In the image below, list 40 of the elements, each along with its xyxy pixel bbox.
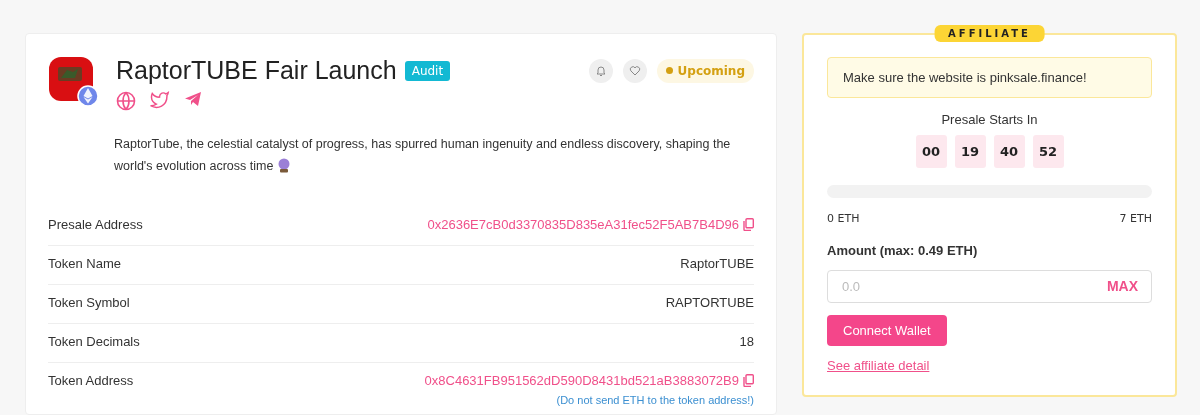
address-link[interactable]: 0x8C4631FB951562dD590D8431bd521aB3883072B9 bbox=[424, 373, 739, 388]
progress-min: 0 ETH bbox=[827, 211, 860, 225]
countdown-digit: 52 bbox=[1032, 135, 1064, 168]
amount-label: Amount (max: 0.49 ETH) bbox=[827, 242, 979, 258]
copy-icon[interactable] bbox=[743, 218, 754, 231]
detail-label: Token Address bbox=[48, 373, 134, 388]
progress-max: 7 ETH bbox=[1119, 211, 1152, 225]
favorite-button[interactable] bbox=[622, 58, 647, 83]
affiliate-detail-link[interactable]: See affiliate detail bbox=[827, 358, 930, 373]
affiliate-tag: AFFILIATE bbox=[934, 25, 1045, 42]
bell-button[interactable] bbox=[588, 58, 613, 83]
detail-label: Token Name bbox=[48, 256, 121, 271]
warning-note: (Do not send ETH to the token address!) bbox=[556, 394, 754, 406]
detail-label: Token Decimals bbox=[48, 334, 140, 349]
max-button[interactable]: MAX bbox=[1106, 278, 1138, 295]
detail-label: Token Symbol bbox=[48, 295, 130, 310]
detail-value: RAPTORTUBE bbox=[665, 295, 754, 310]
countdown-digit: 00 bbox=[915, 135, 947, 168]
connect-wallet-button[interactable]: Connect Wallet bbox=[827, 315, 947, 346]
bird-icon[interactable] bbox=[150, 91, 170, 109]
address-link[interactable]: 0x2636E7cB0d3370835D835eA31fec52F5AB7B4D96 bbox=[427, 217, 739, 232]
copy-icon[interactable] bbox=[743, 374, 754, 387]
countdown-digit: 19 bbox=[954, 135, 986, 168]
countdown-digit: 40 bbox=[993, 135, 1025, 168]
amount-field[interactable]: 0.0 MAX bbox=[827, 269, 1152, 303]
project-title: RaptorTUBE Fair Launch bbox=[116, 56, 397, 85]
paper-plane-icon[interactable] bbox=[184, 91, 202, 107]
token-logo-icon bbox=[48, 56, 98, 106]
project-description: RaptorTube, the celestial catalyst of progress, has spurred human ingenuity and endless discovery, shaping the world's evolution across time bbox=[114, 136, 732, 175]
globe-icon[interactable] bbox=[116, 91, 136, 111]
audit-badge[interactable]: Audit bbox=[404, 60, 451, 81]
detail-value: RaptorTUBE bbox=[680, 256, 754, 271]
bell-icon bbox=[594, 64, 607, 77]
detail-label: Presale Address bbox=[48, 217, 143, 232]
warning-banner: Make sure the website is pinksale.finance! bbox=[827, 57, 1152, 98]
detail-value: 18 bbox=[739, 334, 754, 349]
status-badge: Upcoming bbox=[656, 58, 754, 83]
crystal-ball-icon bbox=[276, 158, 291, 173]
countdown-title: Presale Starts In bbox=[940, 112, 1039, 127]
heart-icon bbox=[628, 64, 641, 77]
